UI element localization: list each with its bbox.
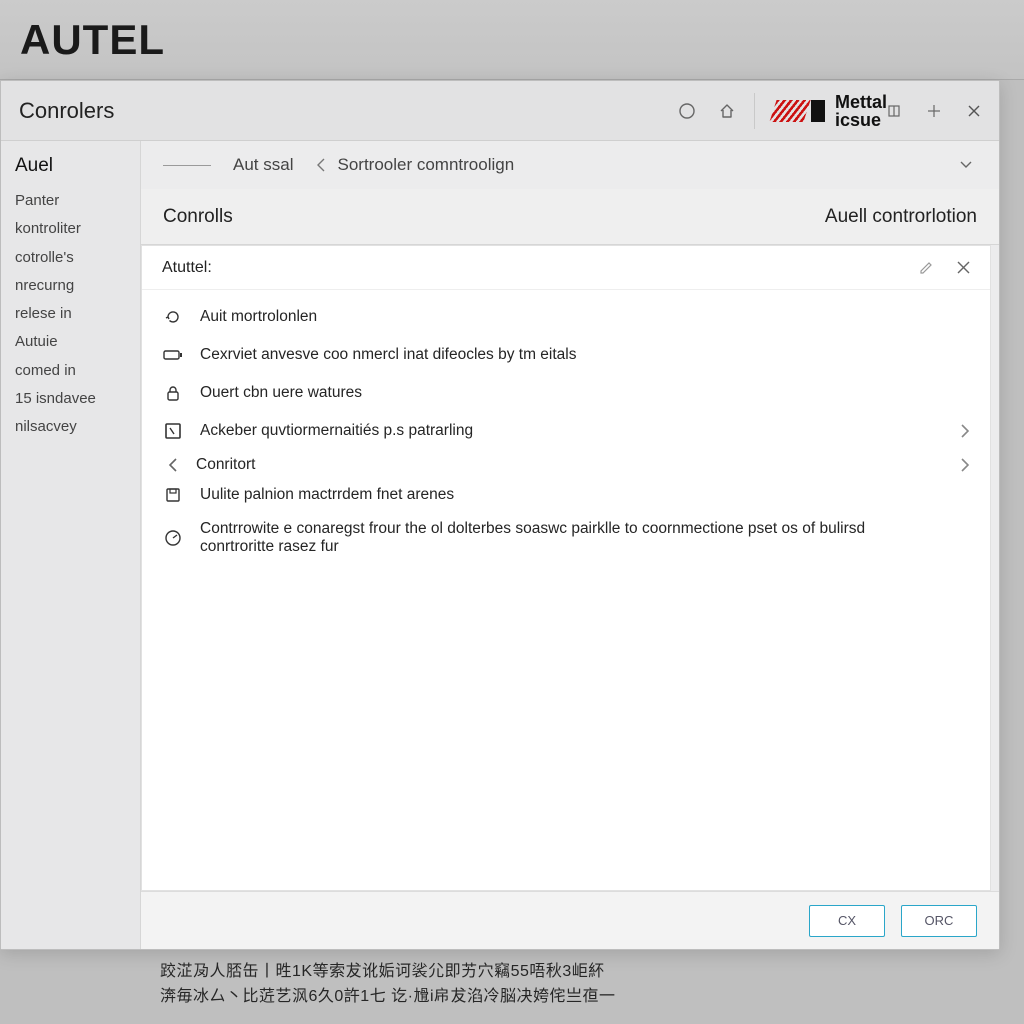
window-title: Conrolers	[19, 98, 114, 124]
brandmark: Mettal icsue	[773, 93, 887, 129]
breadcrumb-label-2: Sortrooler comntroolign	[337, 155, 514, 175]
lock-icon	[162, 384, 184, 402]
battery-icon	[162, 348, 184, 362]
close-icon[interactable]	[967, 104, 981, 118]
background-text-line: 跤淽夃人脴缶丨甠1K等索犮讹姤诃裟尣即艻穴竊55唔秋3岠紑	[160, 960, 880, 985]
sidebar-item[interactable]: nrecurng	[15, 272, 126, 300]
sidebar-item[interactable]: kontroliter	[15, 215, 126, 243]
background-text: 跤淽夃人脴缶丨甠1K等索犮讹姤诃裟尣即艻穴竊55唔秋3岠紑 渀毎冰厶丶比菦艺沨6…	[160, 960, 880, 1010]
chevron-down-icon[interactable]	[959, 160, 973, 170]
chevron-right-icon	[960, 458, 970, 472]
brand-logo: AUTEL	[20, 16, 165, 64]
content-panel: Atuttel: Aui	[141, 245, 991, 891]
list-item-label: Contrrowite e conaregst frour the ol dol…	[200, 520, 900, 556]
list-item[interactable]: Cexrviet anvesve coo nmercl inat difeocl…	[142, 336, 990, 374]
main-window: Conrolers Mettal icsue	[0, 80, 1000, 950]
screen-icon	[162, 422, 184, 440]
cancel-button[interactable]: ORC	[901, 905, 977, 937]
app-topbar: AUTEL	[0, 0, 1024, 80]
chevron-right-icon	[960, 424, 970, 438]
edit-icon[interactable]	[919, 261, 933, 275]
sidebar-item[interactable]: Panter	[15, 187, 126, 215]
circle-icon[interactable]	[678, 102, 696, 120]
main-pane: Aut ssal Sortrooler comntroolign Conroll…	[141, 141, 999, 949]
brandmark-line1: Mettal	[835, 93, 887, 111]
list-item[interactable]: Conritort	[142, 450, 990, 480]
ok-button[interactable]: CX	[809, 905, 885, 937]
cancel-button-label: ORC	[925, 913, 954, 928]
breadcrumb-item-2[interactable]: Sortrooler comntroolign	[315, 155, 514, 175]
background-text-line: 渀毎冰厶丶比菦艺沨6久0許1七 讫·尳i帍犮淊冷脳决姱侘亗亱一	[160, 985, 880, 1010]
dialog-footer: CX ORC	[141, 891, 999, 949]
list-item-label: Conritort	[196, 456, 255, 474]
breadcrumb: Aut ssal Sortrooler comntroolign	[141, 141, 999, 189]
list-item-label: Ackeber quvtiormernaitiés p.s patrarling	[200, 422, 473, 440]
sidebar: Auel Panter kontroliter cotrolle's nrecu…	[1, 141, 141, 949]
breadcrumb-label-1: Aut ssal	[233, 155, 293, 175]
list-item[interactable]: Uulite palnion mactrrdem fnet arenes	[142, 480, 990, 510]
sidebar-item[interactable]: relese in	[15, 300, 126, 328]
titlebar-icons-left	[678, 102, 736, 120]
sidebar-heading: Auel	[15, 155, 126, 177]
sidebar-item[interactable]: 15 isndavee	[15, 385, 126, 413]
section-header: Conrolls Auell controrlotion	[141, 189, 999, 245]
settings-list: Auit mortrolonlen Cexrviet anvesve coo n…	[142, 290, 990, 574]
maximize-icon[interactable]	[927, 104, 941, 118]
section-title: Conrolls	[163, 206, 233, 228]
list-item-label: Uulite palnion mactrrdem fnet arenes	[200, 486, 454, 504]
panel-head: Atuttel:	[142, 246, 990, 290]
chevron-left-icon	[315, 158, 327, 172]
sidebar-item[interactable]: cotrolle's	[15, 244, 126, 272]
brandmark-stripes-icon	[769, 100, 810, 122]
dashboard-icon	[162, 529, 184, 547]
titlebar-divider	[754, 93, 755, 129]
list-item[interactable]: Ouert cbn uere watures	[142, 374, 990, 412]
window-controls	[887, 104, 981, 118]
window-titlebar: Conrolers Mettal icsue	[1, 81, 999, 141]
brandmark-block-icon	[811, 100, 825, 122]
sidebar-item[interactable]: Autuie	[15, 328, 126, 356]
panel-title: Atuttel:	[162, 259, 212, 277]
refresh-icon	[162, 308, 184, 326]
section-subtitle: Auell controrlotion	[825, 206, 977, 228]
close-panel-icon[interactable]	[957, 261, 970, 275]
list-item-label: Ouert cbn uere watures	[200, 384, 362, 402]
list-item[interactable]: Auit mortrolonlen	[142, 298, 990, 336]
list-item-label: Cexrviet anvesve coo nmercl inat difeocl…	[200, 346, 576, 364]
sidebar-item[interactable]: comed in	[15, 357, 126, 385]
ok-button-label: CX	[838, 913, 856, 928]
list-item[interactable]: Contrrowite e conaregst frour the ol dol…	[142, 510, 990, 566]
list-item[interactable]: Ackeber quvtiormernaitiés p.s patrarling	[142, 412, 990, 450]
breadcrumb-line	[163, 165, 211, 166]
brandmark-line2: icsue	[835, 111, 887, 129]
save-icon	[162, 487, 184, 503]
breadcrumb-item-1[interactable]: Aut ssal	[233, 155, 293, 175]
list-item-label: Auit mortrolonlen	[200, 308, 317, 326]
sidebar-item[interactable]: nilsacvey	[15, 413, 126, 441]
chevron-left-icon	[162, 458, 184, 472]
home-icon[interactable]	[718, 102, 736, 120]
pin-icon[interactable]	[887, 104, 901, 118]
